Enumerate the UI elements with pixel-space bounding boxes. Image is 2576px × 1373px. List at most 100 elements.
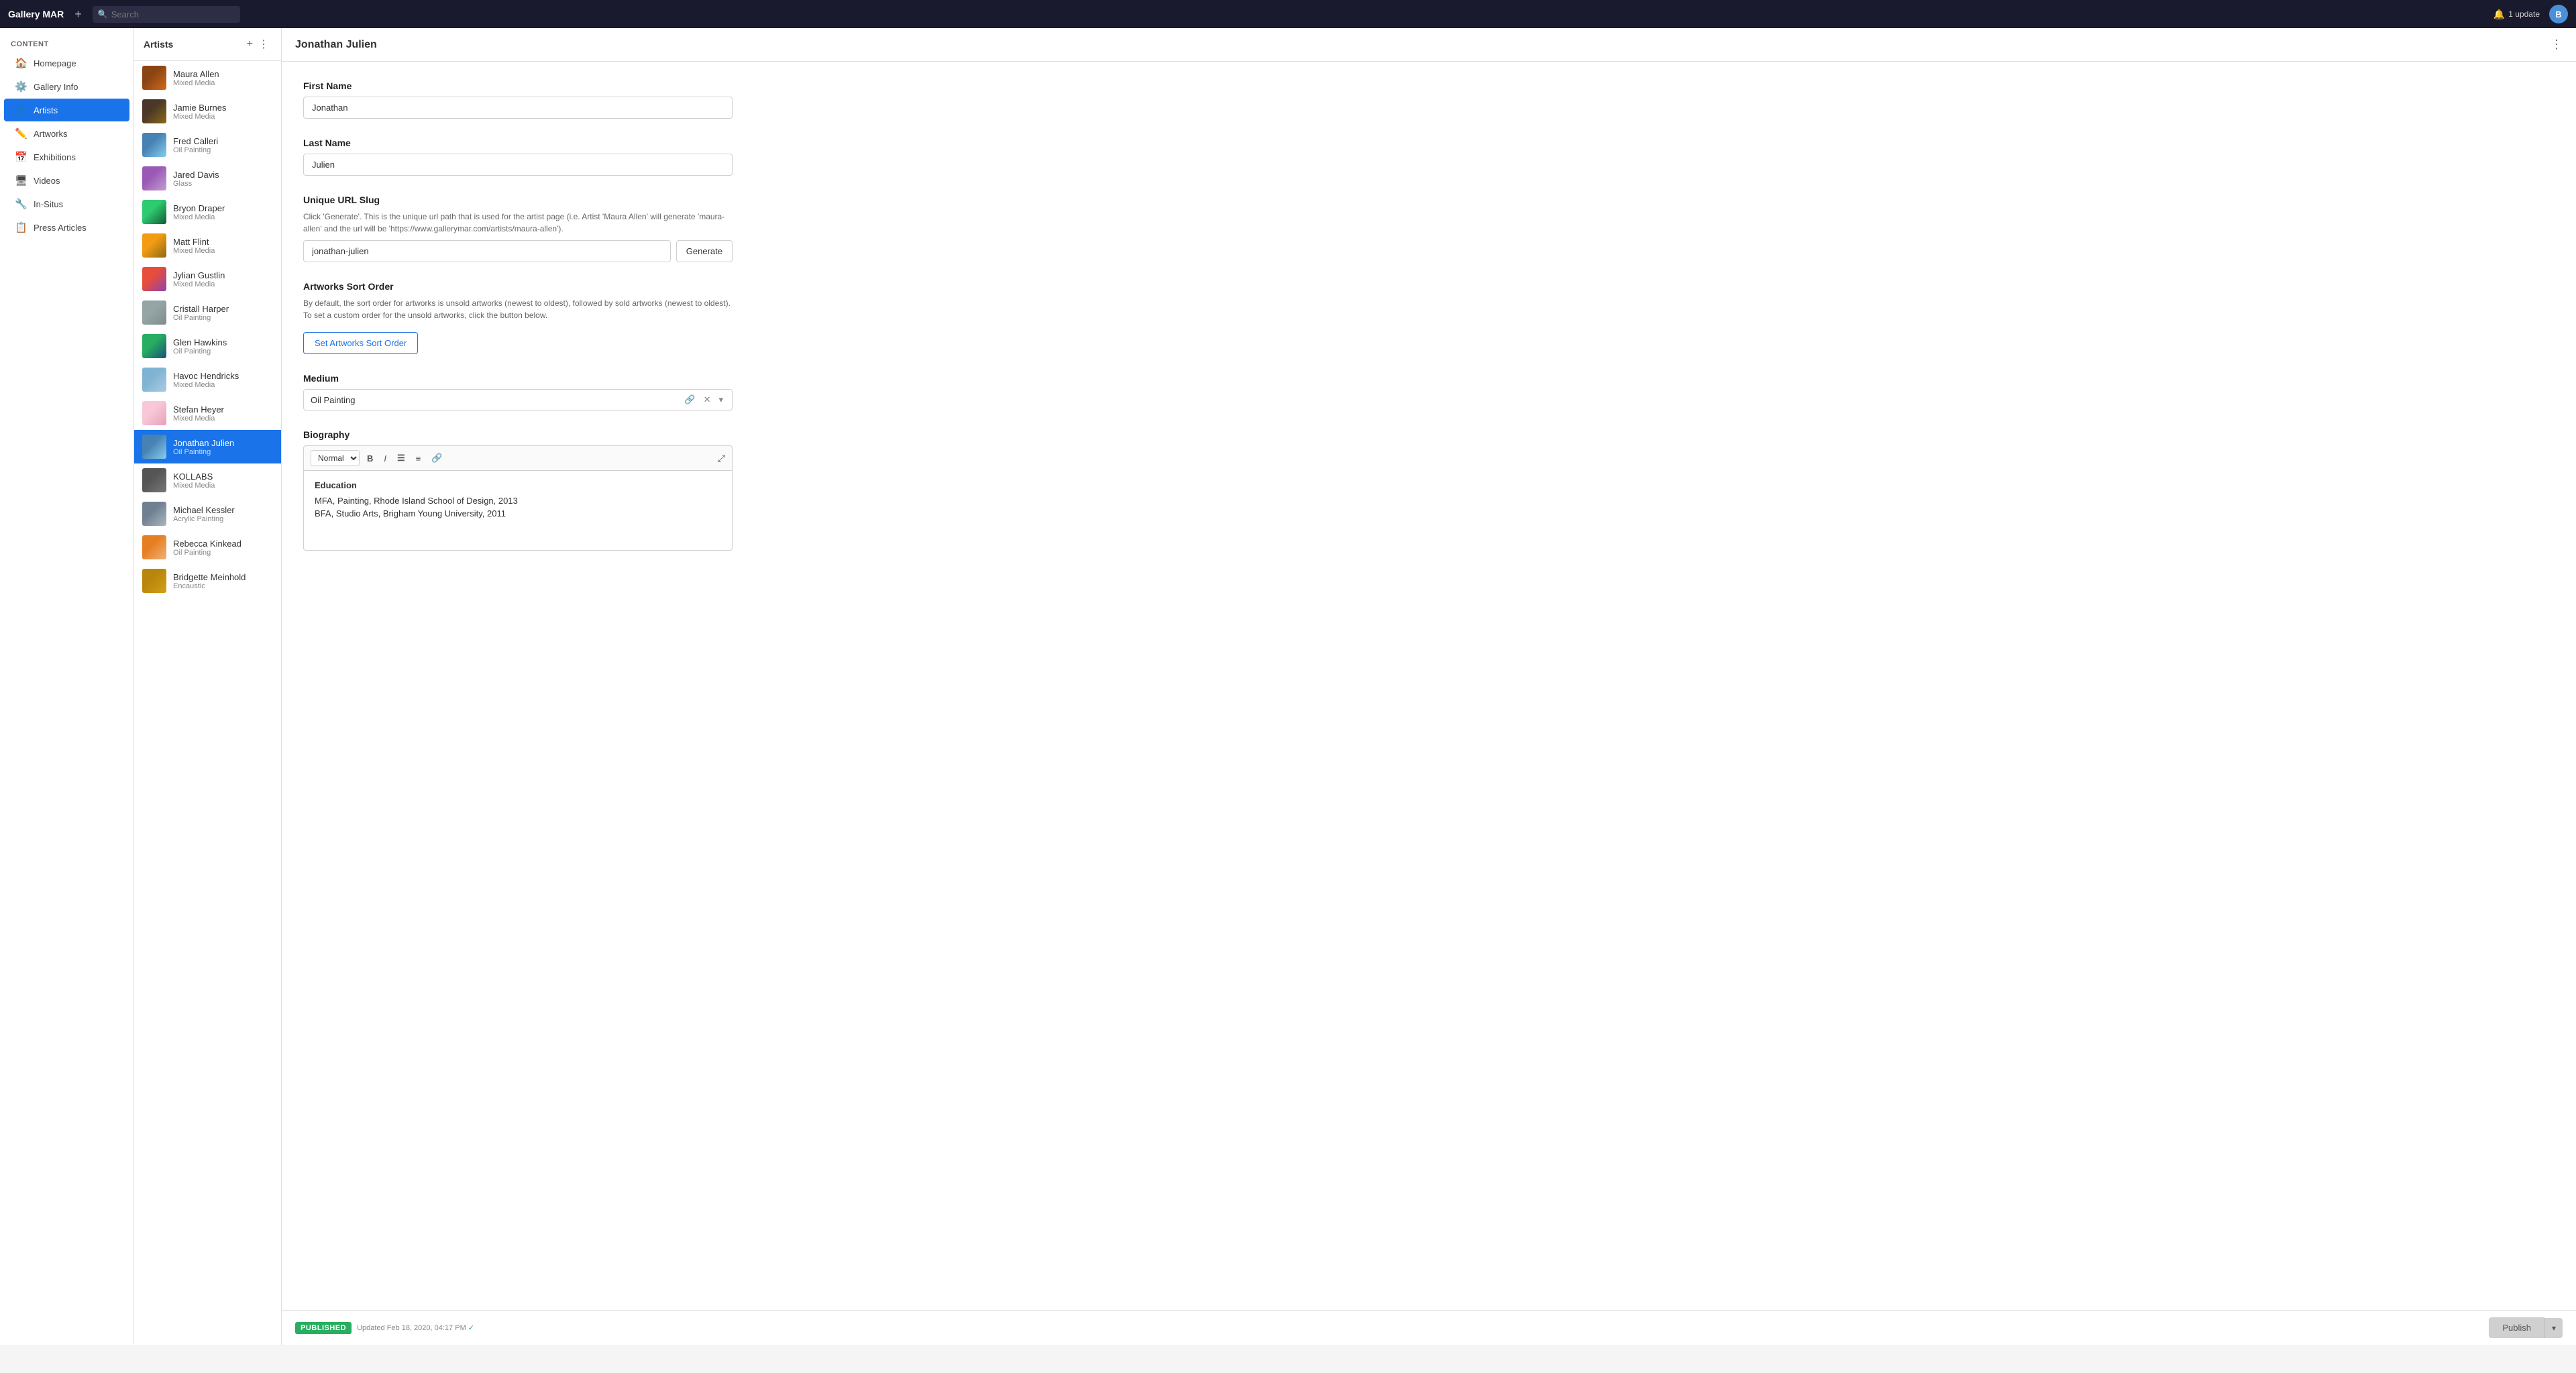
artist-thumb-jonathan-julien — [142, 435, 166, 459]
artist-thumb-rebecca-kinkead — [142, 535, 166, 559]
artist-list-item-stefan-heyer[interactable]: Stefan Heyer Mixed Media — [134, 396, 281, 430]
bio-line-2: BFA, Studio Arts, Brigham Young Universi… — [315, 508, 721, 518]
bio-expand-button[interactable]: ⤢ — [718, 453, 725, 464]
slug-input[interactable] — [303, 240, 671, 262]
monitor-icon: 🖥 — [15, 174, 27, 186]
artist-name-stefan-heyer: Stefan Heyer — [173, 404, 273, 415]
first-name-input[interactable] — [303, 97, 733, 119]
sidebar-item-videos[interactable]: 🖥 Videos — [4, 169, 129, 192]
bio-list-button[interactable]: ☰ — [394, 451, 409, 465]
sidebar-item-in-situs[interactable]: 🔧 In-Situs — [4, 193, 129, 215]
sidebar-label-exhibitions: Exhibitions — [34, 152, 76, 162]
artist-list-item-jared-davis[interactable]: Jared Davis Glass — [134, 162, 281, 195]
bottom-right: Publish ▾ — [2489, 1317, 2563, 1338]
sidebar-item-artworks[interactable]: ✏️ Artworks — [4, 122, 129, 145]
updated-label: Updated Feb 18, 2020, 04:17 PM — [357, 1324, 466, 1332]
artists-add-button[interactable]: + — [244, 37, 256, 52]
artist-list-item-bryon-draper[interactable]: Bryon Draper Mixed Media — [134, 195, 281, 229]
artist-list-item-maura-allen[interactable]: Maura Allen Mixed Media — [134, 61, 281, 95]
artist-list-item-havoc-hendricks[interactable]: Havoc Hendricks Mixed Media — [134, 363, 281, 396]
artist-medium-jylian-gustlin: Mixed Media — [173, 280, 273, 288]
bottom-bar: PUBLISHED Updated Feb 18, 2020, 04:17 PM… — [282, 1310, 2576, 1345]
sort-order-label: Artworks Sort Order — [303, 281, 2555, 292]
medium-select-wrapper[interactable]: Oil Painting 🔗 ✕ ▾ — [303, 389, 733, 410]
sidebar-label-homepage: Homepage — [34, 58, 76, 68]
sidebar-item-exhibitions[interactable]: 📅 Exhibitions — [4, 146, 129, 168]
artist-info-michael-kessler: Michael Kessler Acrylic Painting — [173, 505, 273, 523]
artist-medium-jared-davis: Glass — [173, 180, 273, 188]
artist-name-cristall-harper: Cristall Harper — [173, 304, 273, 314]
artist-list-item-jamie-burnes[interactable]: Jamie Burnes Mixed Media — [134, 95, 281, 128]
artist-list-item-bridgette-meinhold[interactable]: Bridgette Meinhold Encaustic — [134, 564, 281, 598]
artist-info-cristall-harper: Cristall Harper Oil Painting — [173, 304, 273, 322]
article-icon: 📋 — [15, 221, 27, 233]
artist-name-bridgette-meinhold: Bridgette Meinhold — [173, 572, 273, 582]
artist-list-item-kollabs[interactable]: KOLLABS Mixed Media — [134, 463, 281, 497]
artist-medium-fred-calleri: Oil Painting — [173, 146, 273, 154]
artist-name-bryon-draper: Bryon Draper — [173, 203, 273, 213]
artist-list-item-jylian-gustlin[interactable]: Jylian Gustlin Mixed Media — [134, 262, 281, 296]
layout: Content 🏠 Homepage ⚙️ Gallery Info 👤 Art… — [0, 28, 2576, 1345]
artist-list-item-cristall-harper[interactable]: Cristall Harper Oil Painting — [134, 296, 281, 329]
sidebar-item-homepage[interactable]: 🏠 Homepage — [4, 52, 129, 74]
sort-order-section: Artworks Sort Order By default, the sort… — [303, 281, 2555, 354]
artist-name-fred-calleri: Fred Calleri — [173, 136, 273, 146]
artist-name-havoc-hendricks: Havoc Hendricks — [173, 371, 273, 381]
bio-italic-button[interactable]: I — [380, 451, 390, 465]
add-button[interactable]: + — [72, 7, 85, 21]
artist-list-item-matt-flint[interactable]: Matt Flint Mixed Media — [134, 229, 281, 262]
bio-toolbar: Normal B I ☰ ≡ 🔗 ⤢ — [303, 445, 733, 470]
sidebar-label-artists: Artists — [34, 105, 58, 115]
medium-section: Medium Oil Painting 🔗 ✕ ▾ — [303, 373, 2555, 410]
artist-list-item-glen-hawkins[interactable]: Glen Hawkins Oil Painting — [134, 329, 281, 363]
search-input[interactable] — [93, 6, 240, 23]
avatar-button[interactable]: B — [2549, 5, 2568, 23]
bio-bold-button[interactable]: B — [364, 451, 376, 465]
sidebar-item-press-articles[interactable]: 📋 Press Articles — [4, 216, 129, 239]
slug-section: Unique URL Slug Click 'Generate'. This i… — [303, 195, 2555, 262]
publish-button[interactable]: Publish — [2489, 1317, 2544, 1338]
artist-medium-cristall-harper: Oil Painting — [173, 314, 273, 322]
generate-button[interactable]: Generate — [676, 240, 733, 262]
sort-order-hint: By default, the sort order for artworks … — [303, 297, 733, 321]
bio-format-select[interactable]: Normal — [311, 450, 360, 466]
sort-order-button[interactable]: Set Artworks Sort Order — [303, 332, 418, 354]
calendar-icon: 📅 — [15, 151, 27, 163]
artists-menu-button[interactable]: ⋮ — [256, 36, 272, 52]
artist-thumb-jamie-burnes — [142, 99, 166, 123]
sidebar-label-gallery-info: Gallery Info — [34, 82, 78, 92]
last-name-section: Last Name — [303, 138, 2555, 176]
artist-info-kollabs: KOLLABS Mixed Media — [173, 472, 273, 490]
artist-list-item-michael-kessler[interactable]: Michael Kessler Acrylic Painting — [134, 497, 281, 531]
artist-list-item-fred-calleri[interactable]: Fred Calleri Oil Painting — [134, 128, 281, 162]
artist-name-rebecca-kinkead: Rebecca Kinkead — [173, 539, 273, 549]
artists-panel: Artists + ⋮ Maura Allen Mixed Media Jami… — [134, 28, 282, 1345]
bio-content[interactable]: Education MFA, Painting, Rhode Island Sc… — [303, 470, 733, 551]
bio-link-button[interactable]: 🔗 — [428, 451, 445, 465]
artist-thumb-maura-allen — [142, 66, 166, 90]
artist-list-item-rebecca-kinkead[interactable]: Rebecca Kinkead Oil Painting — [134, 531, 281, 564]
bio-ordered-list-button[interactable]: ≡ — [413, 451, 425, 465]
medium-dropdown-button[interactable]: ▾ — [716, 394, 725, 405]
artist-medium-jamie-burnes: Mixed Media — [173, 113, 273, 121]
publish-dropdown-button[interactable]: ▾ — [2544, 1318, 2563, 1338]
sidebar-item-artists[interactable]: 👤 Artists — [4, 99, 129, 121]
medium-label: Medium — [303, 373, 2555, 384]
sidebar-item-gallery-info[interactable]: ⚙️ Gallery Info — [4, 75, 129, 98]
brand-label: Gallery MAR — [8, 9, 64, 19]
search-icon: 🔍 — [98, 9, 108, 19]
artist-name-jared-davis: Jared Davis — [173, 170, 273, 180]
artist-name-kollabs: KOLLABS — [173, 472, 273, 482]
artist-medium-rebecca-kinkead: Oil Painting — [173, 549, 273, 557]
artists-panel-header: Artists + ⋮ — [134, 28, 281, 61]
medium-link-icon[interactable]: 🔗 — [682, 394, 697, 405]
artist-thumb-cristall-harper — [142, 300, 166, 325]
artist-info-bridgette-meinhold: Bridgette Meinhold Encaustic — [173, 572, 273, 590]
last-name-input[interactable] — [303, 154, 733, 176]
artist-name-matt-flint: Matt Flint — [173, 237, 273, 247]
main-content: Jonathan Julien ⋮ First Name Last Name U… — [282, 28, 2576, 1345]
medium-clear-button[interactable]: ✕ — [702, 394, 713, 405]
artist-thumb-bridgette-meinhold — [142, 569, 166, 593]
main-menu-button[interactable]: ⋮ — [2551, 38, 2563, 52]
artist-list-item-jonathan-julien[interactable]: Jonathan Julien Oil Painting — [134, 430, 281, 463]
